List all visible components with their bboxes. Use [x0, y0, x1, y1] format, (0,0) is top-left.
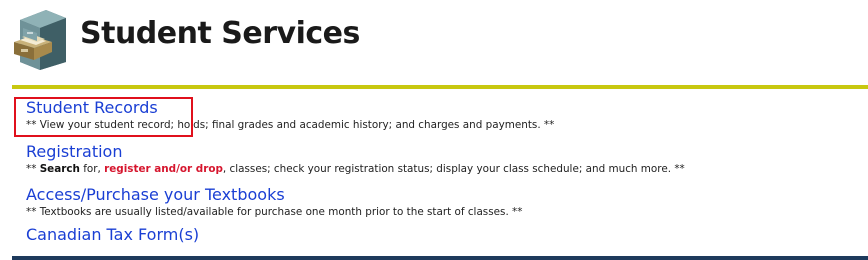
desc-rest: , classes; check your registration statu…	[222, 163, 685, 175]
menu-item-textbooks: Access/Purchase your Textbooks ** Textbo…	[26, 185, 522, 219]
desc-for: for,	[79, 163, 105, 175]
textbooks-link[interactable]: Access/Purchase your Textbooks	[26, 185, 285, 205]
page-header: Student Services	[0, 0, 868, 82]
filing-cabinet-icon	[14, 10, 66, 70]
desc-prefix: **	[26, 163, 40, 175]
header-divider	[12, 85, 868, 89]
footer-divider	[12, 256, 868, 260]
menu-item-tax-forms: Canadian Tax Form(s)	[26, 225, 199, 245]
page-title: Student Services	[80, 16, 360, 51]
tax-forms-link[interactable]: Canadian Tax Form(s)	[26, 225, 199, 245]
search-keyword: Search	[39, 163, 80, 175]
registration-description: ** Search for, register and/or drop, cla…	[26, 162, 685, 176]
register-drop-keyword: register and/or drop	[104, 163, 223, 175]
registration-link[interactable]: Registration	[26, 142, 122, 162]
menu-item-registration: Registration ** Search for, register and…	[26, 142, 685, 176]
textbooks-description: ** Textbooks are usually listed/availabl…	[26, 206, 523, 218]
highlight-box	[14, 97, 193, 137]
